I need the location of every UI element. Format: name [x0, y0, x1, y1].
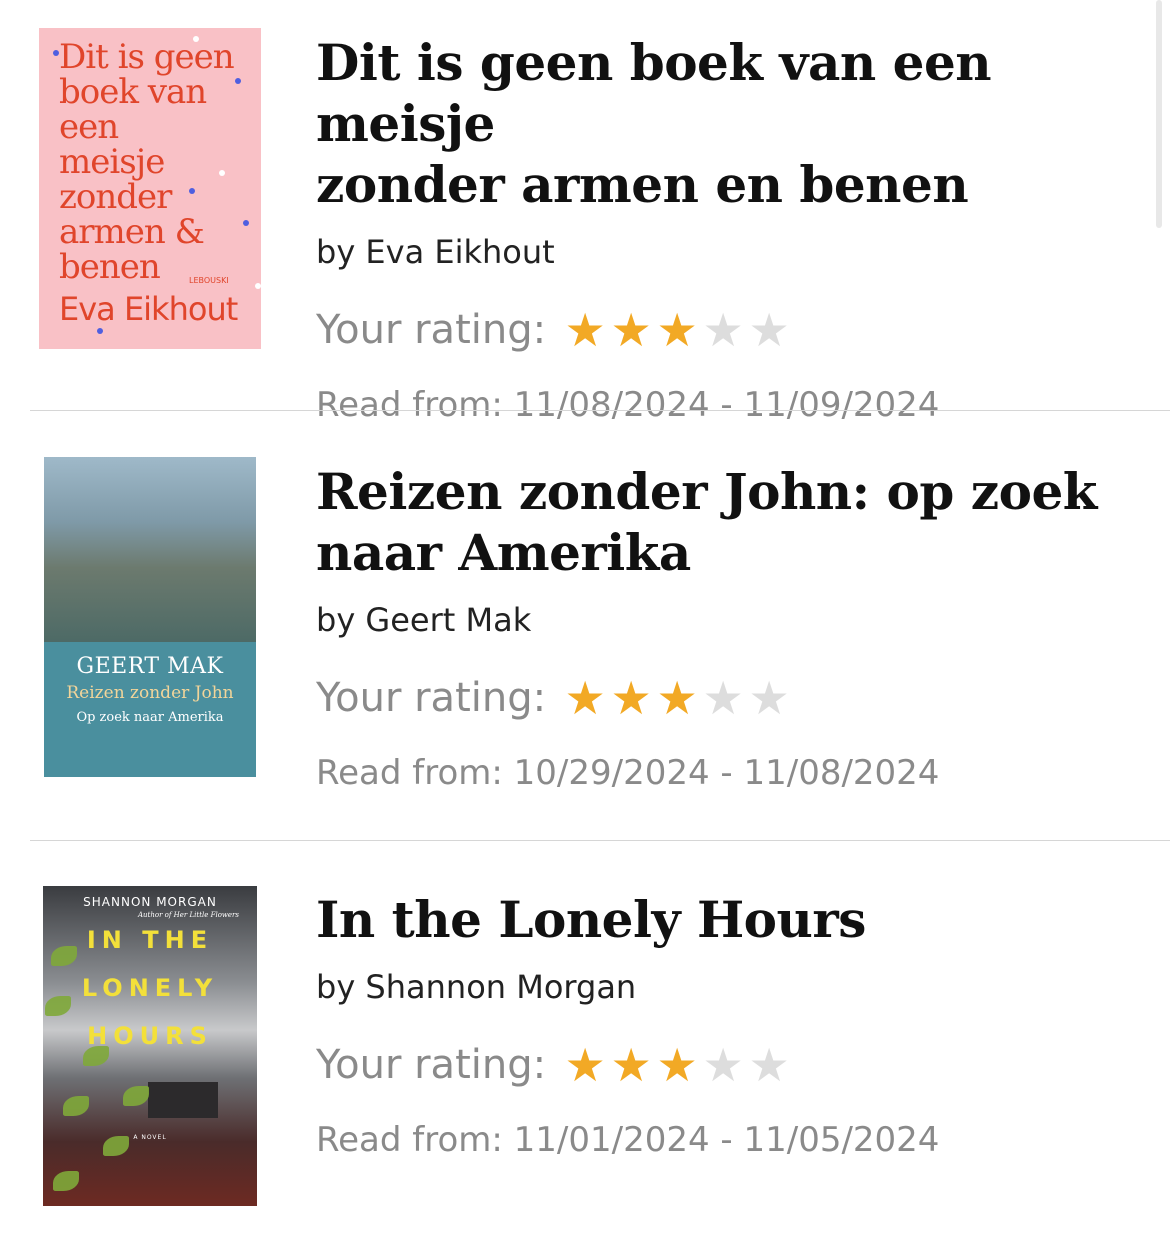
cover-title: HOURS: [87, 1022, 213, 1050]
star-empty-icon[interactable]: ★: [700, 675, 746, 721]
rating-label: Your rating:: [316, 307, 547, 353]
star-empty-icon[interactable]: ★: [700, 307, 746, 353]
star-filled-icon[interactable]: ★: [654, 307, 700, 353]
cover-tagline: Author of Her Little Flowers: [137, 911, 239, 919]
leaf-illustration: [83, 1046, 109, 1066]
leaf-illustration: [51, 946, 77, 966]
cover-publisher: LEBOUSKI: [189, 276, 229, 285]
castle-illustration: [148, 1082, 218, 1118]
decorative-dot: [219, 170, 225, 176]
star-filled-icon[interactable]: ★: [608, 307, 654, 353]
book-title-line: In the Lonely Hours: [316, 890, 866, 949]
rating-row: Your rating: ★ ★ ★ ★ ★: [316, 675, 1136, 721]
star-filled-icon[interactable]: ★: [608, 1042, 654, 1088]
cover-title: Reizen zonder John: [66, 683, 234, 703]
rating-label: Your rating:: [316, 1042, 547, 1088]
leaf-illustration: [123, 1086, 149, 1106]
rating-row: Your rating: ★ ★ ★ ★ ★: [316, 1042, 1136, 1088]
book-cover[interactable]: SHANNON MORGAN Author of Her Little Flow…: [43, 886, 257, 1206]
leaf-illustration: [63, 1096, 89, 1116]
decorative-dot: [53, 50, 59, 56]
star-empty-icon[interactable]: ★: [746, 1042, 792, 1088]
star-filled-icon[interactable]: ★: [654, 675, 700, 721]
star-empty-icon[interactable]: ★: [700, 1042, 746, 1088]
cover-title: LONELY: [81, 974, 219, 1002]
rating-row: Your rating: ★ ★ ★ ★ ★: [316, 307, 1136, 353]
star-filled-icon[interactable]: ★: [562, 1042, 608, 1088]
cover-author: SHANNON MORGAN: [83, 895, 217, 909]
decorative-dot: [255, 283, 261, 289]
star-empty-icon[interactable]: ★: [746, 675, 792, 721]
book-info: Reizen zonder John: op zoek naar Amerika…: [316, 461, 1136, 793]
star-rating[interactable]: ★ ★ ★ ★ ★: [562, 307, 792, 353]
star-filled-icon[interactable]: ★: [562, 675, 608, 721]
book-author[interactable]: by Geert Mak: [316, 601, 1136, 639]
star-empty-icon[interactable]: ★: [746, 307, 792, 353]
cover-author: GEERT MAK: [76, 654, 224, 679]
book-title-line: naar Amerika: [316, 523, 691, 582]
book-title-line: Reizen zonder John: op zoek: [316, 462, 1097, 521]
cover-author: Eva Eikhout: [59, 290, 238, 328]
book-title[interactable]: Reizen zonder John: op zoek naar Amerika: [316, 461, 1136, 583]
book-title[interactable]: In the Lonely Hours: [316, 889, 1136, 950]
leaf-illustration: [45, 996, 71, 1016]
decorative-dot: [235, 78, 241, 84]
book-info: Dit is geen boek van een meisje zonder a…: [316, 32, 1136, 425]
decorative-dot: [97, 328, 103, 334]
star-rating[interactable]: ★ ★ ★ ★ ★: [562, 675, 792, 721]
decorative-dot: [193, 36, 199, 42]
cover-subtitle: Op zoek naar Amerika: [76, 710, 224, 725]
star-rating[interactable]: ★ ★ ★ ★ ★: [562, 1042, 792, 1088]
book-author[interactable]: by Eva Eikhout: [316, 233, 1136, 271]
book-cover[interactable]: Dit is geen boek van een meisje zonder a…: [39, 28, 261, 349]
cover-photo: [44, 457, 256, 642]
star-filled-icon[interactable]: ★: [654, 1042, 700, 1088]
book-list-item[interactable]: SHANNON MORGAN Author of Her Little Flow…: [0, 841, 1170, 1234]
star-filled-icon[interactable]: ★: [562, 307, 608, 353]
cover-novel-label: A NOVEL: [133, 1134, 167, 1141]
decorative-dot: [189, 188, 195, 194]
book-author[interactable]: by Shannon Morgan: [316, 968, 1136, 1006]
book-title-line: zonder armen en benen: [316, 155, 969, 214]
book-title[interactable]: Dit is geen boek van een meisje zonder a…: [316, 32, 1136, 215]
rating-label: Your rating:: [316, 675, 547, 721]
leaf-illustration: [103, 1136, 129, 1156]
decorative-dot: [243, 220, 249, 226]
read-dates: Read from: 10/29/2024 - 11/08/2024: [316, 753, 940, 793]
book-info: In the Lonely Hours by Shannon Morgan Yo…: [316, 889, 1136, 1160]
book-list-item[interactable]: GEERT MAK Reizen zonder John Op zoek naa…: [0, 411, 1170, 840]
cover-title: Dit is geen boek van een meisje zonder a…: [59, 37, 235, 287]
read-dates: Read from: 11/01/2024 - 11/05/2024: [316, 1120, 940, 1160]
book-title-line: Dit is geen boek van een meisje: [316, 33, 992, 153]
book-list-item[interactable]: Dit is geen boek van een meisje zonder a…: [0, 0, 1170, 425]
star-filled-icon[interactable]: ★: [608, 675, 654, 721]
leaf-illustration: [53, 1171, 79, 1191]
book-cover[interactable]: GEERT MAK Reizen zonder John Op zoek naa…: [44, 457, 256, 777]
